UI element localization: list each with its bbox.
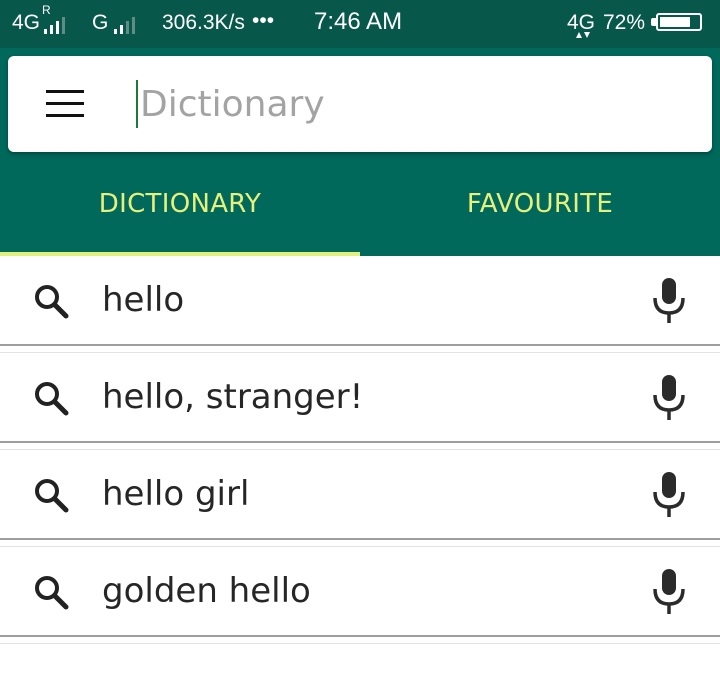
divider — [0, 643, 720, 644]
search-icon — [35, 479, 69, 513]
data-activity-icon — [576, 32, 590, 38]
status-bar: 4G R G 306.3K/s ••• 7:46 AM 4G 72% — [0, 0, 720, 48]
tab-dictionary[interactable]: DICTIONARY — [0, 152, 360, 256]
tab-favourite[interactable]: FAVOURITE — [360, 152, 720, 256]
microphone-icon[interactable] — [652, 569, 686, 615]
suggestion-text: hello, stranger! — [102, 377, 364, 417]
network-speed: 306.3K/s — [162, 11, 245, 34]
clock: 7:46 AM — [314, 8, 403, 35]
tab-dictionary-label: DICTIONARY — [98, 189, 262, 219]
tab-favourite-label: FAVOURITE — [466, 189, 614, 219]
battery-icon — [656, 13, 702, 31]
list-item[interactable]: hello, stranger! — [0, 353, 720, 443]
battery-percent: 72% — [603, 11, 646, 34]
microphone-icon[interactable] — [652, 375, 686, 421]
search-icon — [35, 382, 69, 416]
search-icon — [35, 285, 69, 319]
list-item[interactable]: hello girl — [0, 450, 720, 540]
signal-strength-icon — [114, 16, 150, 34]
network-type-left: 4G — [12, 11, 41, 34]
signal-strength-icon — [44, 16, 68, 34]
list-item[interactable]: golden hello — [0, 547, 720, 637]
microphone-icon[interactable] — [652, 472, 686, 518]
search-card — [8, 56, 712, 152]
more-notifications-icon: ••• — [252, 9, 275, 32]
suggestion-text: hello — [102, 280, 185, 320]
hamburger-menu-icon[interactable] — [46, 90, 84, 118]
search-input[interactable] — [138, 76, 680, 132]
list-item[interactable]: hello — [0, 256, 720, 346]
suggestion-text: golden hello — [102, 571, 311, 611]
network-type-mid: G — [92, 11, 109, 34]
search-icon — [35, 576, 69, 610]
suggestion-text: hello girl — [102, 474, 250, 514]
roaming-indicator: R — [42, 3, 51, 17]
microphone-icon[interactable] — [652, 278, 686, 324]
